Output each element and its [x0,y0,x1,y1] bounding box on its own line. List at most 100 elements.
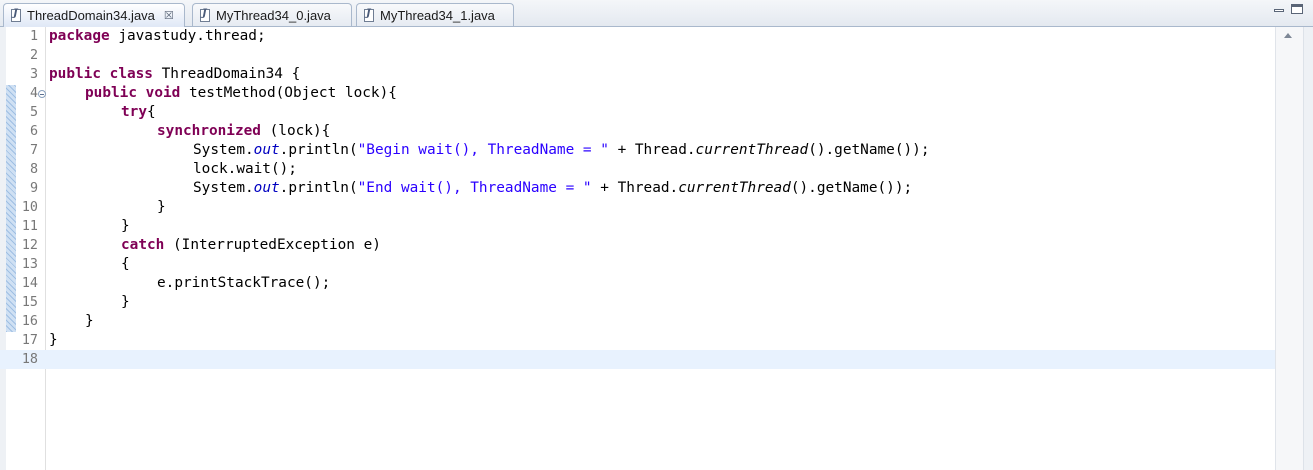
editor-tab-bar: ThreadDomain34.java ☒ MyThread34_0.java … [0,0,1313,27]
code-text: } [49,217,130,236]
code-text: public class ThreadDomain34 { [49,65,300,84]
line-number: 16 [21,314,38,329]
field-token: out [253,142,280,158]
code-line[interactable]: 15} [0,293,1275,312]
code-text: synchronized (lock){ [49,122,330,141]
code-line[interactable]: 8 lock.wait(); [0,160,1275,179]
keyword-token: public [49,66,101,82]
field-token: out [253,180,280,196]
code-text: System.out.println("Begin wait(), Thread… [49,141,929,160]
keyword-token: class [109,66,153,82]
code-token: testMethod(Object lock){ [180,85,397,101]
code-text: System.out.println("End wait(), ThreadNa… [49,179,912,198]
code-token: ().getName()); [790,180,913,196]
keyword-token: try [121,104,147,120]
keyword-token: void [145,85,181,101]
code-token: (InterruptedException e) [164,237,381,253]
code-token: } [121,218,130,234]
line-number: 18 [21,352,38,367]
minimize-icon[interactable] [1273,4,1285,14]
code-line[interactable]: 2 [0,46,1275,65]
java-file-icon [11,8,21,22]
fold-collapse-icon[interactable] [38,90,46,98]
java-file-icon [200,8,210,22]
line-number: 11 [21,219,38,234]
code-text: } [49,198,166,217]
code-line[interactable]: 5 try{ [0,103,1275,122]
line-number: 12 [21,238,38,253]
code-token: ().getName()); [808,142,930,158]
code-text: } [49,331,58,350]
code-text: { [49,255,130,274]
code-editor[interactable]: 1 package javastudy.thread; 2 3 public class… [0,27,1313,470]
code-text: } [49,312,94,331]
code-token: System. [193,180,254,196]
code-token: { [147,104,156,120]
line-number: 14 [21,276,38,291]
code-text: e.printStackTrace(); [49,274,330,293]
line-number: 5 [29,105,38,120]
code-line[interactable]: 3 public class ThreadDomain34 { [0,65,1275,84]
tab-threaddomain34[interactable]: ThreadDomain34.java ☒ [3,3,185,27]
code-line[interactable]: 6 synchronized (lock){ [0,122,1275,141]
string-token: "End wait(), ThreadName = " [357,180,592,196]
maximize-icon[interactable] [1291,4,1303,14]
code-token: (lock){ [260,123,331,139]
code-token: } [85,313,94,329]
code-token: .println( [279,142,358,158]
code-line[interactable]: 17} [0,331,1275,350]
tab-mythread34-1[interactable]: MyThread34_1.java [356,3,514,26]
code-line[interactable]: 10} [0,198,1275,217]
code-token: lock.wait(); [193,161,297,177]
close-icon[interactable]: ☒ [164,10,174,21]
code-token: System. [193,142,254,158]
code-line[interactable]: 18 [0,350,1275,369]
eclipse-editor-window: ThreadDomain34.java ☒ MyThread34_0.java … [0,0,1313,470]
overview-ruler[interactable] [1303,27,1313,470]
tab-label: MyThread34_1.java [380,7,495,23]
code-token: e.printStackTrace(); [157,275,331,291]
code-token: + Thread. [591,180,679,196]
code-token: currentThread [695,142,809,158]
line-number: 10 [21,200,38,215]
keyword-token: catch [121,237,165,253]
code-token: javastudy.thread; [109,28,266,44]
code-line[interactable]: 1 package javastudy.thread; [0,27,1275,46]
code-line[interactable]: 7 System.out.println("Begin wait(), Threa… [0,141,1275,160]
code-token: } [49,332,58,348]
keyword-token: package [49,28,110,44]
code-text: public void testMethod(Object lock){ [49,84,397,103]
code-line[interactable]: 11} [0,217,1275,236]
keyword-token: public [85,85,137,101]
code-line[interactable]: 14 e.printStackTrace(); [0,274,1275,293]
code-token: } [157,199,166,215]
code-token: + Thread. [608,142,696,158]
line-number: 1 [29,29,38,44]
code-line[interactable]: 13 { [0,255,1275,274]
code-line[interactable]: 12 catch (InterruptedException e) [0,236,1275,255]
code-token: } [121,294,130,310]
tab-mythread34-0[interactable]: MyThread34_0.java [192,3,352,26]
line-number: 8 [29,162,38,177]
code-text: package javastudy.thread; [49,27,266,46]
code-text: catch (InterruptedException e) [49,236,381,255]
line-number: 17 [21,333,38,348]
tab-label: MyThread34_0.java [216,7,331,23]
code-token: { [121,256,130,272]
string-token: "Begin wait(), ThreadName = " [357,142,609,158]
line-number: 15 [21,295,38,310]
java-file-icon [364,8,374,22]
code-line[interactable]: 9 System.out.println("End wait(), ThreadN… [0,179,1275,198]
code-line[interactable]: 4 public void testMethod(Object lock){ [0,84,1275,103]
tab-label: ThreadDomain34.java [27,8,155,23]
code-line[interactable]: 16} [0,312,1275,331]
scroll-up-arrow-icon[interactable] [1284,33,1292,38]
code-text: try{ [49,103,156,122]
line-number: 9 [29,181,38,196]
line-number: 2 [29,48,38,63]
line-number: 13 [21,257,38,272]
line-number: 6 [29,124,38,139]
line-number: 7 [29,143,38,158]
